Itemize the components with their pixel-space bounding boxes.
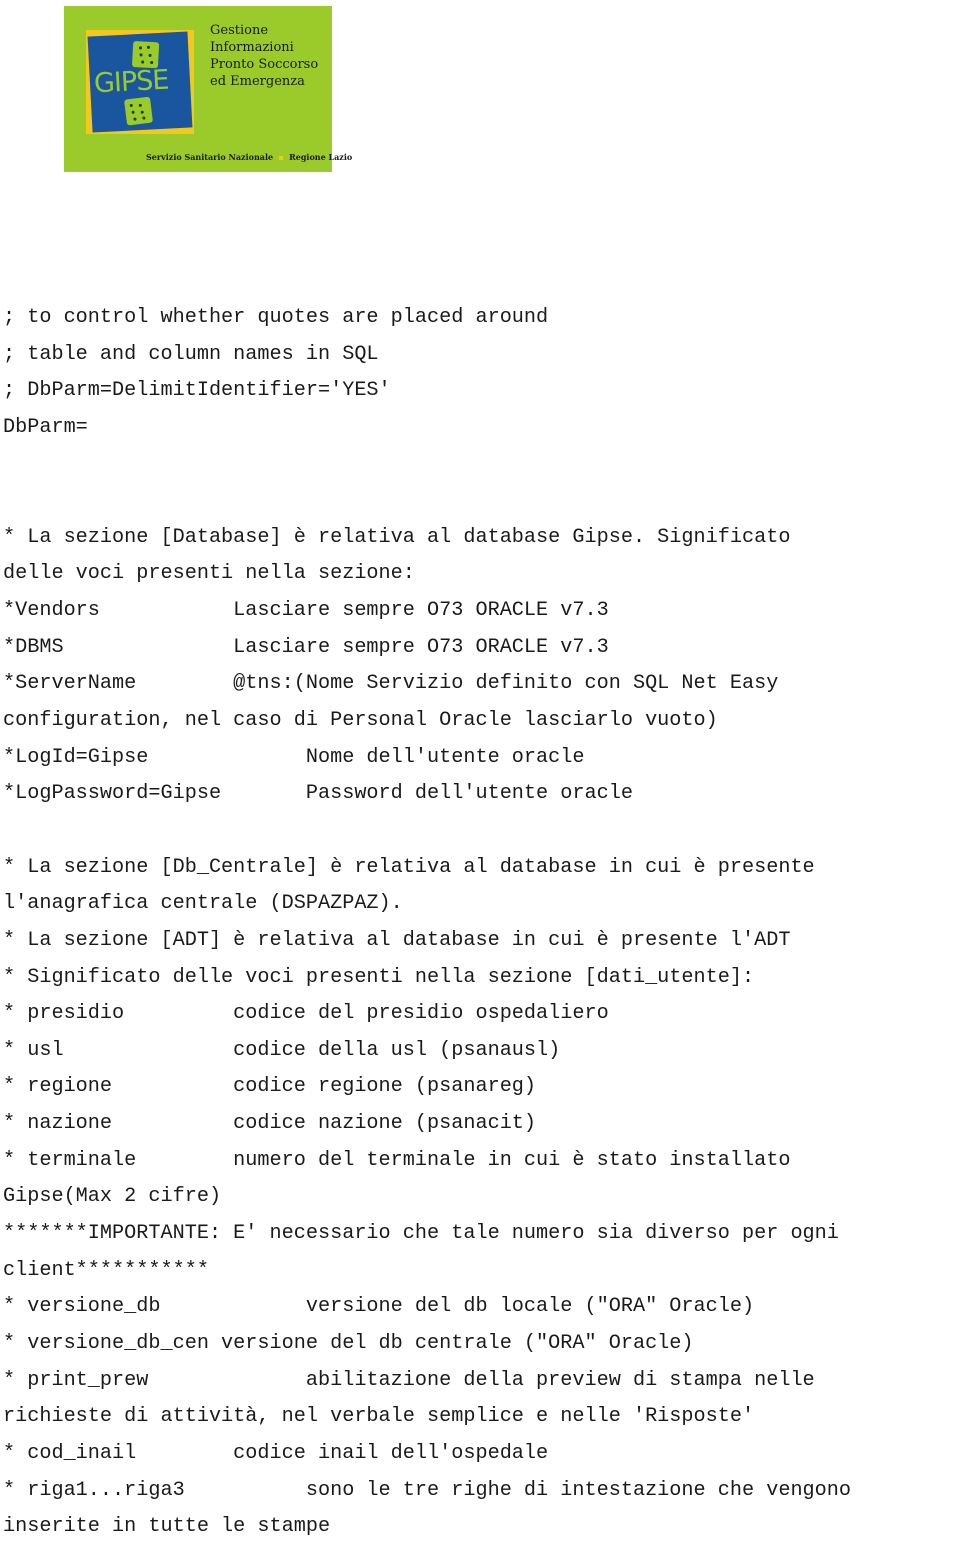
- logo-title-line: Gestione: [210, 23, 269, 38]
- text-line: * presidio codice del presidio ospedalie…: [3, 1002, 609, 1026]
- text-line: *LogId=Gipse Nome dell'utente oracle: [3, 745, 585, 769]
- text-line: *DBMS Lasciare sempre O73 ORACLE v7.3: [3, 635, 609, 659]
- text-line: ; DbParm=DelimitIdentifier='YES': [3, 379, 391, 403]
- logo-title: Gestione Informazioni Pronto Soccorso ed…: [210, 22, 318, 90]
- separator-square-icon: [279, 156, 284, 160]
- text-line: * nazione codice nazione (psanacit): [3, 1112, 537, 1136]
- text-line: * La sezione [Db_Centrale] è relativa al…: [3, 855, 815, 879]
- text-line: *ServerName @tns:(Nome Servizio definito…: [3, 672, 779, 696]
- text-line: Gipse(Max 2 cifre): [3, 1185, 222, 1209]
- text-line: *Vendors Lasciare sempre O73 ORACLE v7.3: [3, 599, 609, 623]
- text-line: * La sezione [ADT] è relativa al databas…: [3, 928, 791, 952]
- text-line: configuration, nel caso di Personal Orac…: [3, 709, 718, 733]
- logo-tile-icon: [124, 96, 154, 126]
- logo-title-line: ed Emergenza: [210, 74, 305, 89]
- text-line: * La sezione [Database] è relativa al da…: [3, 525, 791, 549]
- text-line: ; table and column names in SQL: [3, 342, 379, 366]
- logo-footer: Servizio Sanitario Nazionale Regione Lazi…: [146, 152, 352, 162]
- gipse-logo-blue-square: GIPSE: [87, 31, 193, 133]
- text-line: * terminale numero del terminale in cui …: [3, 1148, 791, 1172]
- text-line: DbParm=: [3, 415, 88, 439]
- text-line: delle voci presenti nella sezione:: [3, 562, 415, 586]
- text-line: * riga1...riga3 sono le tre righe di int…: [3, 1478, 852, 1502]
- text-line: l'anagrafica centrale (DSPAZPAZ).: [3, 892, 403, 916]
- config-text-document: ; to control whether quotes are placed a…: [3, 300, 960, 1546]
- text-line: * usl codice della usl (psanausl): [3, 1038, 561, 1062]
- text-line: * print_prew abilitazione della preview …: [3, 1368, 815, 1392]
- text-line: *LogPassword=Gipse Password dell'utente …: [3, 782, 633, 806]
- text-line: inserite in tutte le stampe: [3, 1515, 331, 1539]
- logo-footer-right: Regione Lazio: [289, 152, 353, 162]
- text-line: * versione_db versione del db locale ("O…: [3, 1295, 755, 1319]
- text-line: * cod_inail codice inail dell'ospedale: [3, 1441, 549, 1465]
- logo-footer-left: Servizio Sanitario Nazionale: [146, 152, 274, 162]
- text-line: *******IMPORTANTE: E' necessario che tal…: [3, 1222, 839, 1246]
- gipse-logo-mark: GIPSE: [86, 30, 194, 134]
- text-line: ; to control whether quotes are placed a…: [3, 306, 549, 329]
- logo-title-line: Informazioni: [210, 40, 294, 55]
- text-line: * versione_db_cen versione del db centra…: [3, 1331, 694, 1355]
- logo-title-line: Pronto Soccorso: [210, 57, 319, 72]
- text-line: * Significato delle voci presenti nella …: [3, 965, 755, 989]
- text-line: * regione codice regione (psanareg): [3, 1075, 537, 1099]
- logo-wordmark: GIPSE: [93, 64, 170, 100]
- text-line: richieste di attività, nel verbale sempl…: [3, 1405, 755, 1429]
- text-line: client***********: [3, 1258, 209, 1282]
- gipse-logo: GIPSE Gestione Informazioni Pronto Socco…: [64, 6, 352, 172]
